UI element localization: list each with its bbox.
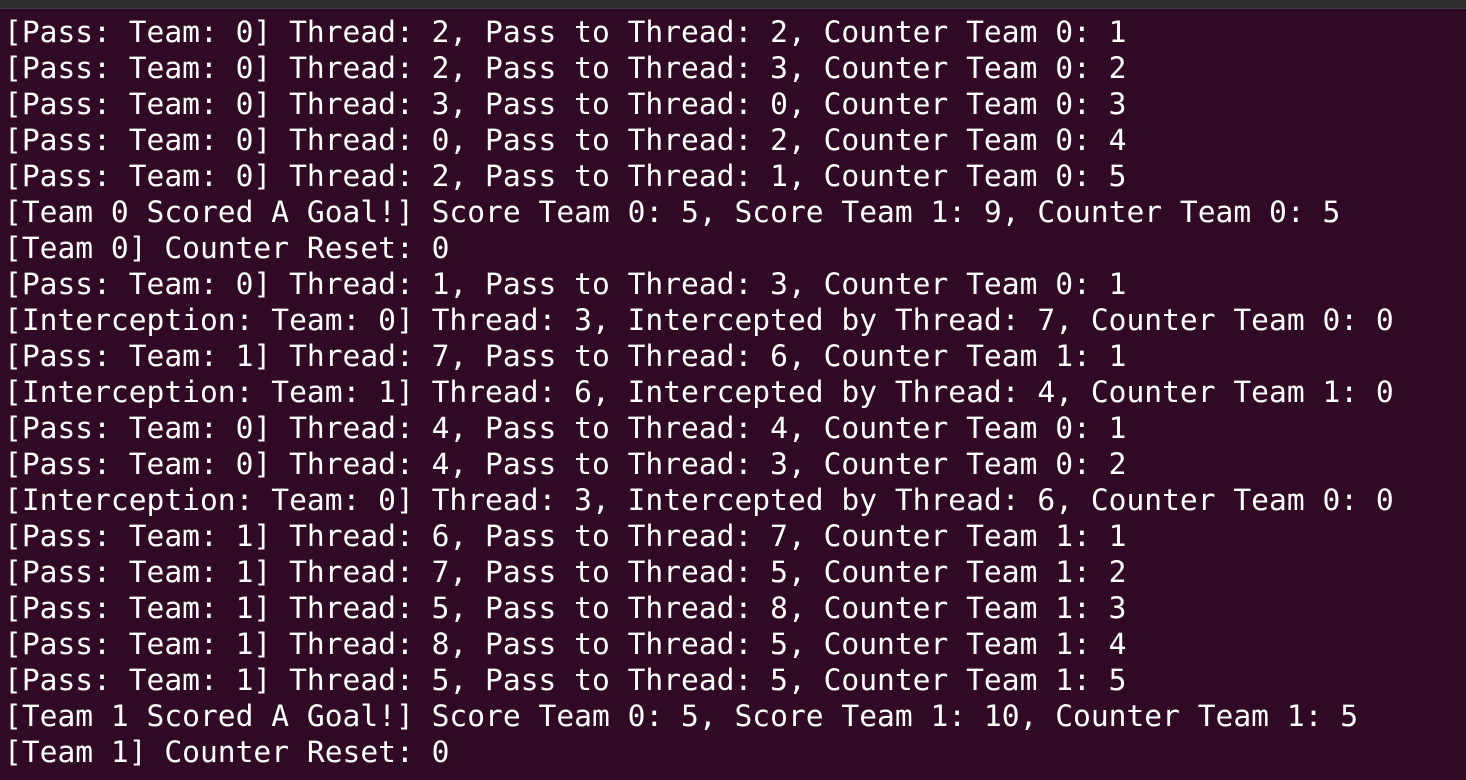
output-line: [Interception: Team: 0] Thread: 3, Inter… — [4, 303, 1394, 337]
output-line: [Pass: Team: 0] Thread: 1, Pass to Threa… — [4, 267, 1127, 301]
output-line: [Team 0 Scored A Goal!] Score Team 0: 5,… — [4, 195, 1341, 229]
output-line: [Pass: Team: 0] Thread: 3, Pass to Threa… — [4, 87, 1127, 121]
output-line: [Pass: Team: 1] Thread: 8, Pass to Threa… — [4, 627, 1127, 661]
output-line: [Pass: Team: 1] Thread: 6, Pass to Threa… — [4, 519, 1127, 553]
output-line: [Team 1 Scored A Goal!] Score Team 0: 5,… — [4, 699, 1359, 733]
output-line: [Team 1] Counter Reset: 0 — [4, 735, 450, 769]
terminal-top-edge — [0, 0, 1466, 9]
output-line: [Pass: Team: 0] Thread: 4, Pass to Threa… — [4, 411, 1127, 445]
output-line: [Pass: Team: 1] Thread: 5, Pass to Threa… — [4, 663, 1127, 697]
output-line: [Pass: Team: 0] Thread: 2, Pass to Threa… — [4, 15, 1127, 49]
output-line: [Pass: Team: 0] Thread: 2, Pass to Threa… — [4, 159, 1127, 193]
output-line: [Pass: Team: 1] Thread: 5, Pass to Threa… — [4, 591, 1127, 625]
output-line: [Pass: Team: 0] Thread: 0, Pass to Threa… — [4, 123, 1127, 157]
terminal-output: [Pass: Team: 0] Thread: 2, Pass to Threa… — [4, 14, 1394, 770]
output-line: [Interception: Team: 0] Thread: 3, Inter… — [4, 483, 1394, 517]
output-line: [Interception: Team: 1] Thread: 6, Inter… — [4, 375, 1394, 409]
terminal-window[interactable]: [Pass: Team: 0] Thread: 2, Pass to Threa… — [0, 0, 1466, 780]
output-line: [Pass: Team: 1] Thread: 7, Pass to Threa… — [4, 339, 1127, 373]
output-line: [Pass: Team: 0] Thread: 2, Pass to Threa… — [4, 51, 1127, 85]
output-line: [Team 0] Counter Reset: 0 — [4, 231, 450, 265]
output-line: [Pass: Team: 1] Thread: 7, Pass to Threa… — [4, 555, 1127, 589]
output-line: [Pass: Team: 0] Thread: 4, Pass to Threa… — [4, 447, 1127, 481]
